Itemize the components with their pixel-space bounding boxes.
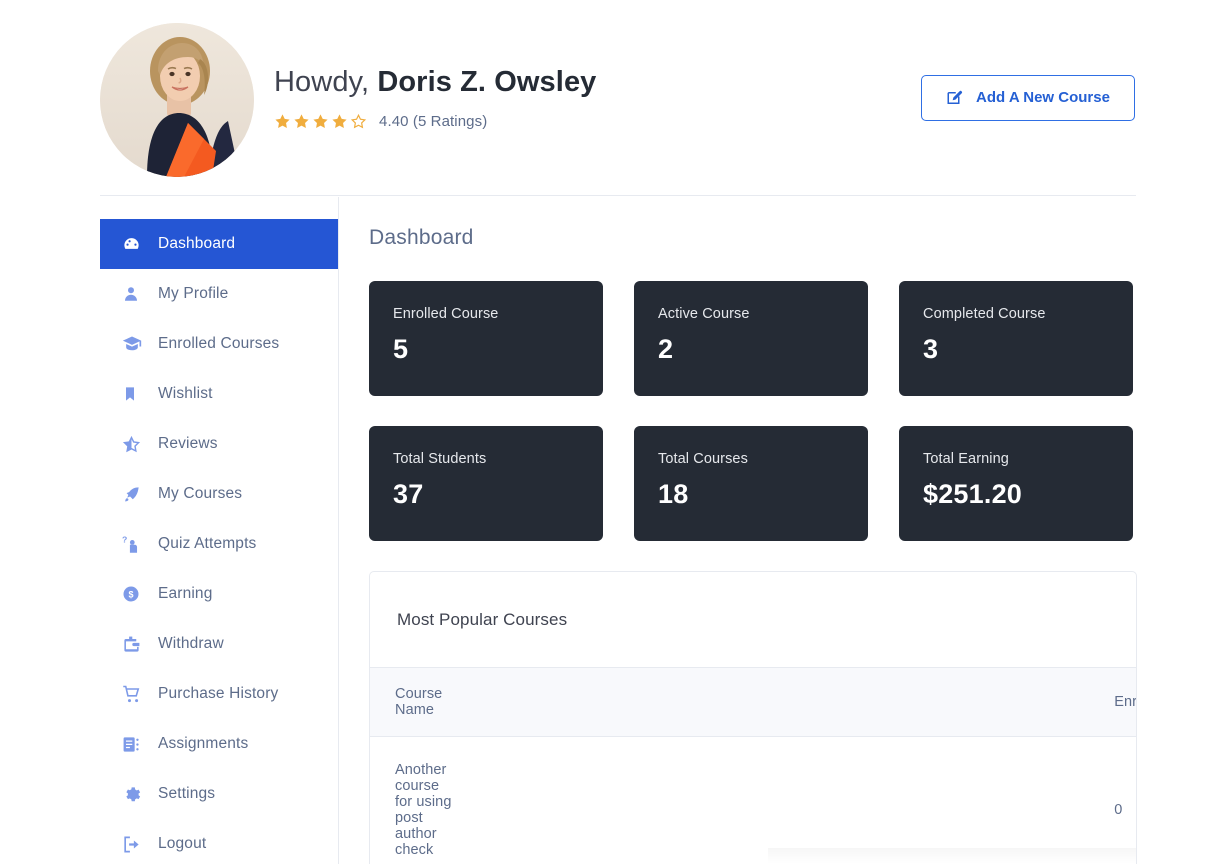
star-filled-icon [331,113,348,130]
sidebar-item-settings[interactable]: Settings [100,769,338,819]
stat-card-value: 3 [923,334,1109,365]
stat-card-active-course: Active Course 2 [634,281,868,396]
rating-row: 4.40 (5 Ratings) [274,113,921,130]
sidebar-item-label: Reviews [158,435,218,453]
star-half-icon [122,435,148,454]
stat-card-value: 5 [393,334,579,365]
stat-card-label: Total Courses [658,451,844,467]
stat-card-enrolled-course: Enrolled Course 5 [369,281,603,396]
dashboard-speedometer-icon [122,235,148,254]
wallet-icon [122,635,148,654]
sidebar-item-label: Wishlist [158,385,213,403]
greeting-block: Howdy, Doris Z. Owsley 4.40 (5 Ratings) [274,65,921,131]
sidebar-nav: Dashboard My Profile Enrolled Courses Wi… [100,197,339,864]
dollar-badge-icon: $ [122,585,148,603]
stat-card-total-courses: Total Courses 18 [634,426,868,541]
sidebar-item-dashboard[interactable]: Dashboard [100,219,338,269]
stat-card-total-earning: Total Earning $251.20 [899,426,1133,541]
stat-card-label: Total Students [393,451,579,467]
dashboard-body: Dashboard My Profile Enrolled Courses Wi… [100,197,1136,864]
sidebar-item-label: Earning [158,585,212,603]
svg-text:$: $ [128,589,133,599]
profile-header: Howdy, Doris Z. Owsley 4.40 (5 Ratings) … [100,0,1136,196]
stat-card-completed-course: Completed Course 3 [899,281,1133,396]
svg-text:?: ? [122,534,127,544]
stat-card-value: 18 [658,479,844,510]
sidebar-item-wishlist[interactable]: Wishlist [100,369,338,419]
dashboard-page: Howdy, Doris Z. Owsley 4.40 (5 Ratings) … [0,0,1231,864]
sidebar-item-my-courses[interactable]: My Courses [100,469,338,519]
stat-card-value: $251.20 [923,479,1109,510]
sidebar-item-reviews[interactable]: Reviews [100,419,338,469]
add-new-course-label: Add A New Course [976,89,1110,106]
stat-card-total-students: Total Students 37 [369,426,603,541]
avatar [100,23,254,177]
user-name: Doris Z. Owsley [377,66,596,98]
popular-courses-table: Course Name Enrolled Another course for … [370,668,1137,864]
gear-icon [122,785,148,804]
cell-course-name: Another course for using post author che… [370,737,456,864]
stat-card-value: 2 [658,334,844,365]
cell-enrolled: 0 [456,737,1137,864]
sidebar-item-label: Settings [158,785,215,803]
sidebar-item-label: Logout [158,835,206,853]
column-header-course-name: Course Name [370,668,456,737]
sidebar-item-enrolled-courses[interactable]: Enrolled Courses [100,319,338,369]
sidebar-item-label: Dashboard [158,235,235,253]
bookmark-icon [122,385,148,403]
most-popular-courses-panel: Most Popular Courses Course Name Enrolle… [369,571,1137,864]
sidebar-item-label: Enrolled Courses [158,335,279,353]
column-header-enrolled: Enrolled [456,668,1137,737]
sidebar-item-my-profile[interactable]: My Profile [100,269,338,319]
main-content: Dashboard Enrolled Course 5 Active Cours… [339,197,1137,864]
stat-card-label: Completed Course [923,306,1109,322]
page-title: Dashboard [369,226,1137,250]
user-icon [122,285,148,303]
sidebar-item-quiz-attempts[interactable]: ? Quiz Attempts [100,519,338,569]
sidebar-item-label: Withdraw [158,635,224,653]
sidebar-item-logout[interactable]: Logout [100,819,338,864]
stat-card-label: Active Course [658,306,844,322]
star-outline-icon [350,113,367,130]
sidebar-item-assignments[interactable]: Assignments [100,719,338,769]
sidebar-item-withdraw[interactable]: Withdraw [100,619,338,669]
sidebar-item-label: My Profile [158,285,228,303]
sidebar-item-label: Assignments [158,735,248,753]
add-new-course-button[interactable]: Add A New Course [921,75,1135,121]
assignment-list-icon [122,735,148,754]
greeting-prefix: Howdy, [274,66,369,98]
rating-text: 4.40 (5 Ratings) [379,113,487,130]
star-filled-icon [312,113,329,130]
star-rating [274,113,367,130]
sidebar-item-label: Purchase History [158,685,278,703]
user-avatar-photo [100,23,254,177]
greeting-line: Howdy, Doris Z. Owsley [274,65,921,100]
logout-arrow-icon [122,835,148,854]
table-header-row: Course Name Enrolled [370,668,1137,737]
shopping-cart-icon [122,684,148,704]
star-filled-icon [274,113,291,130]
sidebar-item-earning[interactable]: $ Earning [100,569,338,619]
sidebar-item-purchase-history[interactable]: Purchase History [100,669,338,719]
question-hand-icon: ? [122,534,148,554]
graduation-cap-icon [122,334,148,354]
sidebar-item-label: My Courses [158,485,242,503]
sidebar-item-label: Quiz Attempts [158,535,256,553]
rocket-icon [122,485,148,504]
edit-square-icon [946,89,964,107]
table-row[interactable]: Another course for using post author che… [370,737,1137,864]
star-filled-icon [293,113,310,130]
stat-card-value: 37 [393,479,579,510]
stat-card-label: Enrolled Course [393,306,579,322]
stat-cards-grid: Enrolled Course 5 Active Course 2 Comple… [369,281,1137,541]
stat-card-label: Total Earning [923,451,1109,467]
panel-title: Most Popular Courses [370,572,1136,668]
